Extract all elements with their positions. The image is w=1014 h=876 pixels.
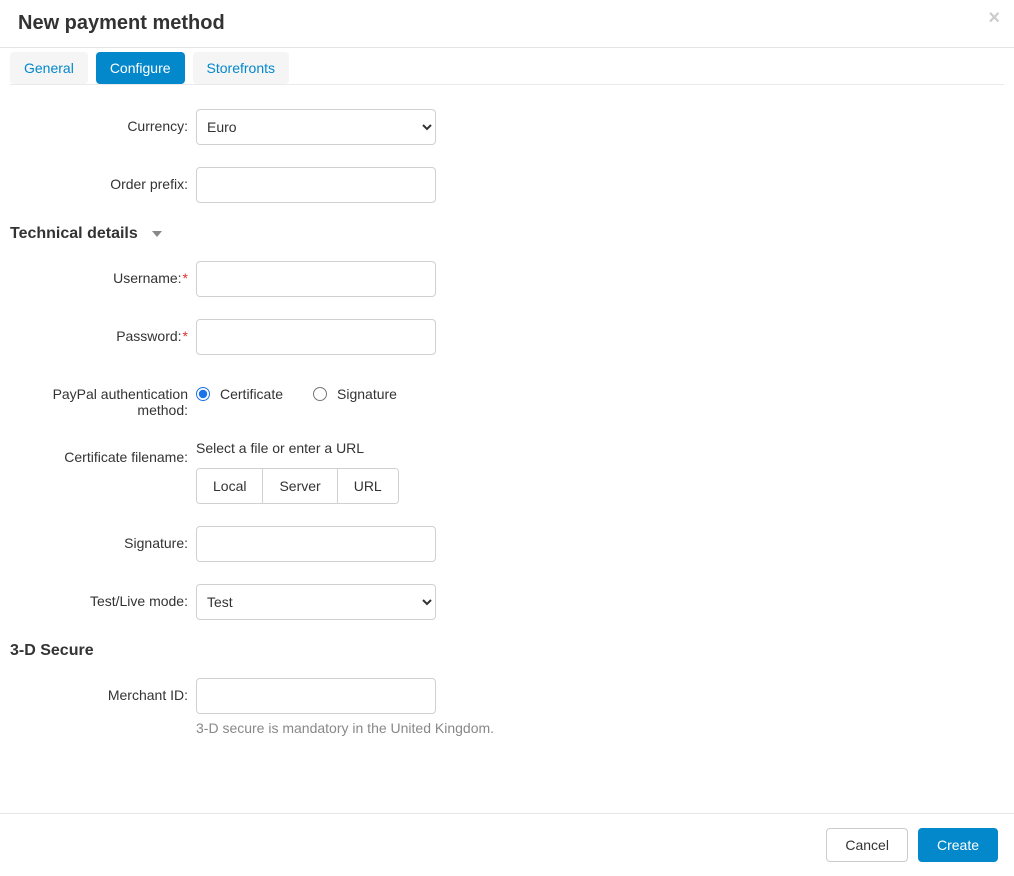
order-prefix-input[interactable] (196, 167, 436, 203)
payment-method-modal: New payment method × General Configure S… (0, 0, 1014, 876)
username-input[interactable] (196, 261, 436, 297)
label-signature: Signature: (10, 526, 196, 551)
file-source-local-button[interactable]: Local (197, 469, 262, 503)
label-order-prefix: Order prefix: (10, 167, 196, 192)
tabs: General Configure Storefronts (10, 52, 1004, 85)
create-button[interactable]: Create (918, 828, 998, 862)
merchant-id-input[interactable] (196, 678, 436, 714)
row-username: Username:* (10, 261, 1004, 297)
radio-signature-label: Signature (337, 386, 397, 402)
cancel-button[interactable]: Cancel (826, 828, 908, 862)
tab-storefronts[interactable]: Storefronts (193, 52, 289, 84)
file-source-server-button[interactable]: Server (262, 469, 336, 503)
row-merchant-id: Merchant ID: 3-D secure is mandatory in … (10, 678, 1004, 736)
radio-item-signature[interactable]: Signature (313, 386, 397, 402)
row-paypal-auth: PayPal authentication method: Certificat… (10, 377, 1004, 418)
currency-select[interactable]: Euro (196, 109, 436, 145)
radio-signature[interactable] (313, 387, 327, 401)
row-order-prefix: Order prefix: (10, 167, 1004, 203)
label-password: Password:* (10, 319, 196, 344)
radio-item-certificate[interactable]: Certificate (196, 386, 283, 402)
section-technical-details[interactable]: Technical details (10, 225, 1004, 243)
row-cert-filename: Certificate filename: Select a file or e… (10, 440, 1004, 504)
close-icon[interactable]: × (988, 8, 1000, 28)
modal-header: New payment method × (0, 0, 1014, 48)
test-live-select[interactable]: Test (196, 584, 436, 620)
modal-title: New payment method (18, 12, 225, 34)
file-source-button-group: Local Server URL (196, 468, 399, 504)
label-currency: Currency: (10, 109, 196, 134)
label-paypal-auth: PayPal authentication method: (10, 377, 196, 418)
label-username: Username:* (10, 261, 196, 286)
row-password: Password:* (10, 319, 1004, 355)
modal-footer: Cancel Create (0, 813, 1014, 876)
three-d-secure-hint: 3-D secure is mandatory in the United Ki… (196, 720, 494, 736)
required-marker: * (183, 328, 188, 344)
file-source-url-button[interactable]: URL (337, 469, 398, 503)
radio-certificate[interactable] (196, 387, 210, 401)
label-cert-filename: Certificate filename: (10, 440, 196, 465)
label-test-live: Test/Live mode: (10, 584, 196, 609)
section-three-d-secure-label: 3-D Secure (10, 642, 94, 660)
file-picker-prompt: Select a file or enter a URL (196, 440, 399, 456)
tab-general[interactable]: General (10, 52, 88, 84)
radio-certificate-label: Certificate (220, 386, 283, 402)
required-marker: * (183, 270, 188, 286)
row-currency: Currency: Euro (10, 109, 1004, 145)
signature-input[interactable] (196, 526, 436, 562)
paypal-auth-radio-group: Certificate Signature (196, 377, 397, 402)
section-three-d-secure: 3-D Secure (10, 642, 1004, 660)
row-signature: Signature: (10, 526, 1004, 562)
caret-down-icon (152, 231, 162, 237)
section-technical-details-label: Technical details (10, 225, 138, 243)
modal-body[interactable]: General Configure Storefronts Currency: … (0, 48, 1014, 813)
row-test-live: Test/Live mode: Test (10, 584, 1004, 620)
label-merchant-id: Merchant ID: (10, 678, 196, 703)
tab-configure[interactable]: Configure (96, 52, 185, 84)
password-input[interactable] (196, 319, 436, 355)
